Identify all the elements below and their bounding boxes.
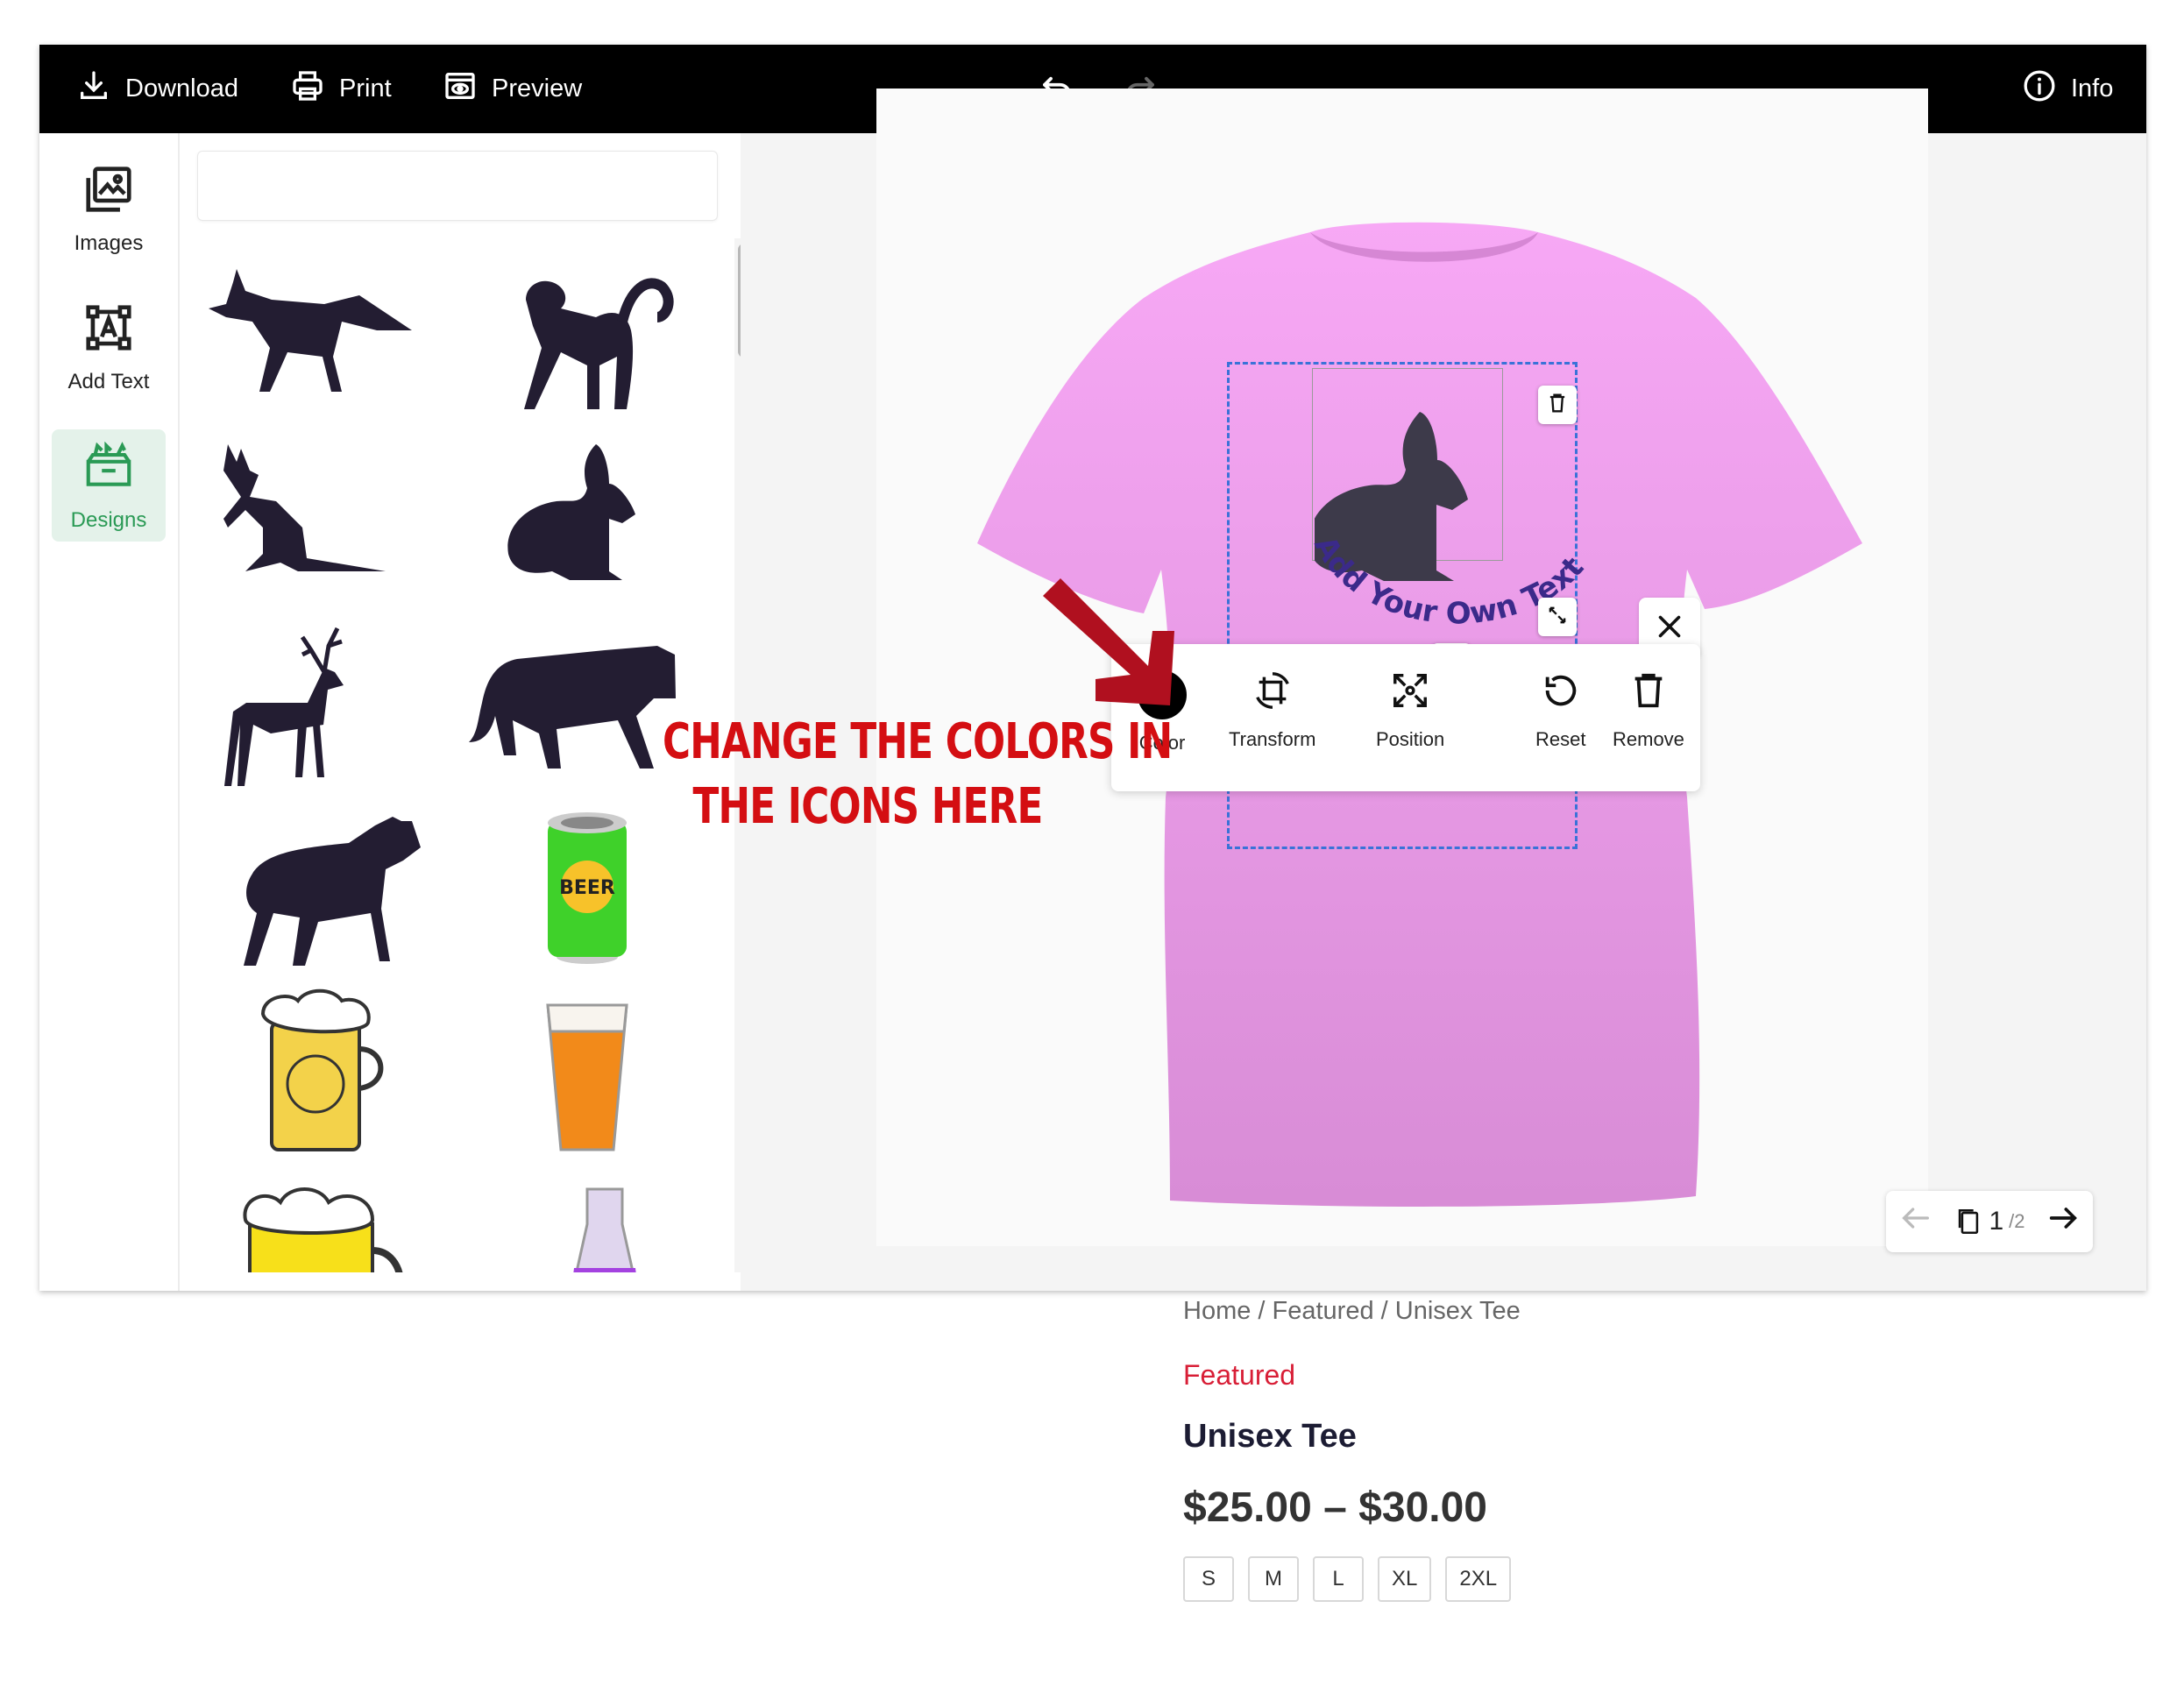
transform-icon xyxy=(1252,670,1293,716)
tiger-icon xyxy=(469,646,676,769)
product-title: Unisex Tee xyxy=(1183,1418,1357,1455)
design-wolf[interactable] xyxy=(188,799,443,974)
size-option-l[interactable]: L xyxy=(1313,1556,1364,1602)
product-info: Home / Featured / Unisex Tee Featured Un… xyxy=(1183,1297,1521,1602)
annotation-callout: CHANGE THE COLORS IN THE ICONS HERE xyxy=(663,710,1173,839)
reset-label: Reset xyxy=(1535,728,1586,750)
design-beer-stein[interactable] xyxy=(188,1167,443,1272)
download-icon xyxy=(76,68,111,110)
sidebar-item-label: Designs xyxy=(70,507,147,532)
resize-icon xyxy=(1545,603,1570,632)
pages-icon xyxy=(1959,1208,1979,1235)
position-icon xyxy=(1390,670,1430,716)
sidebar-item-label: Add Text xyxy=(67,369,150,393)
design-rabbit[interactable] xyxy=(451,431,706,606)
size-option-s[interactable]: S xyxy=(1183,1556,1234,1602)
sidebar-item-add-text[interactable]: Add Text xyxy=(52,291,166,403)
info-icon xyxy=(2022,68,2057,110)
add-text-icon xyxy=(82,301,136,361)
designs-icon xyxy=(82,439,136,499)
preview-icon xyxy=(443,68,478,110)
design-deer[interactable] xyxy=(188,615,443,790)
remove-tool-button[interactable]: Remove xyxy=(1613,670,1684,751)
design-search-input[interactable] xyxy=(197,151,718,221)
print-label: Print xyxy=(339,74,392,103)
reset-tool-button[interactable]: Reset xyxy=(1535,670,1585,751)
design-kangaroo[interactable] xyxy=(188,431,443,606)
transform-tool-button[interactable]: Transform xyxy=(1229,670,1315,751)
design-beer-mug[interactable] xyxy=(188,983,443,1158)
design-edit-toolbar: Color Transform Position Reset Remove xyxy=(1111,644,1700,791)
remove-label: Remove xyxy=(1613,728,1684,750)
design-pitcher[interactable] xyxy=(451,1167,706,1272)
pitcher-icon xyxy=(573,1187,636,1272)
size-option-2xl[interactable]: 2XL xyxy=(1445,1556,1512,1602)
total-pages: /2 xyxy=(2009,1210,2025,1232)
size-options: S M L XL 2XL xyxy=(1183,1556,1521,1602)
preview-button[interactable]: Preview xyxy=(443,45,582,133)
sidebar-item-images[interactable]: Images xyxy=(52,152,166,265)
prev-page-button[interactable] xyxy=(1898,1201,1933,1243)
arrow-right-icon xyxy=(2049,1208,2077,1229)
transform-label: Transform xyxy=(1229,728,1316,750)
next-page-button[interactable] xyxy=(2046,1201,2081,1243)
current-page: 1 xyxy=(1989,1207,2004,1236)
position-tool-button[interactable]: Position xyxy=(1376,670,1444,751)
trash-icon xyxy=(1628,670,1669,716)
designs-grid: BEER xyxy=(180,238,732,1272)
download-label: Download xyxy=(125,74,238,103)
page-navigator: 1/2 xyxy=(1886,1191,2093,1252)
annotation-line-2: THE ICONS HERE xyxy=(692,778,1043,835)
beer-glass-icon xyxy=(546,1003,628,1151)
sidebar-item-label: Images xyxy=(74,230,144,255)
monkey-icon xyxy=(524,278,674,409)
info-label: Info xyxy=(2071,74,2114,103)
breadcrumb[interactable]: Home / Featured / Unisex Tee xyxy=(1183,1297,1521,1326)
arrow-left-icon xyxy=(1902,1208,1929,1229)
product-price: $25.00 – $30.00 xyxy=(1183,1484,1487,1531)
size-option-xl[interactable]: XL xyxy=(1378,1556,1432,1602)
info-button[interactable]: Info xyxy=(2022,45,2113,133)
rabbit-icon xyxy=(507,444,635,580)
size-option-m[interactable]: M xyxy=(1248,1556,1299,1602)
close-icon xyxy=(1654,611,1685,647)
wolf-icon xyxy=(244,817,421,966)
annotation-arrow-icon xyxy=(1043,578,1174,705)
images-icon xyxy=(82,162,136,223)
design-fox[interactable] xyxy=(188,247,443,422)
page-indicator: 1/2 xyxy=(1954,1207,2025,1236)
reset-icon xyxy=(1541,670,1581,716)
preview-label: Preview xyxy=(492,74,583,103)
delete-design-handle[interactable] xyxy=(1538,386,1577,424)
deer-icon xyxy=(224,627,344,786)
annotation-line-1: CHANGE THE COLORS IN xyxy=(663,713,1173,770)
designs-panel: BEER xyxy=(180,133,754,1291)
kangaroo-icon xyxy=(223,444,386,571)
curved-text-on-shirt[interactable]: Add Your Own Text xyxy=(1244,491,1595,666)
download-button[interactable]: Download xyxy=(76,45,238,133)
beer-can-icon: BEER xyxy=(548,812,627,964)
resize-handle[interactable] xyxy=(1538,598,1577,636)
product-category[interactable]: Featured xyxy=(1183,1359,1521,1392)
fox-icon xyxy=(209,269,412,392)
beer-stein-icon xyxy=(243,1187,403,1272)
position-label: Position xyxy=(1376,728,1445,750)
design-beer-glass[interactable] xyxy=(451,983,706,1158)
left-sidebar: Images Add Text Designs xyxy=(39,133,180,1291)
beer-mug-icon xyxy=(260,988,384,1151)
trash-icon xyxy=(1545,391,1570,420)
design-monkey[interactable] xyxy=(451,247,706,422)
print-button[interactable]: Print xyxy=(290,45,392,133)
printer-icon xyxy=(290,68,325,110)
svg-text:BEER: BEER xyxy=(559,877,615,899)
sidebar-item-designs[interactable]: Designs xyxy=(52,429,166,542)
